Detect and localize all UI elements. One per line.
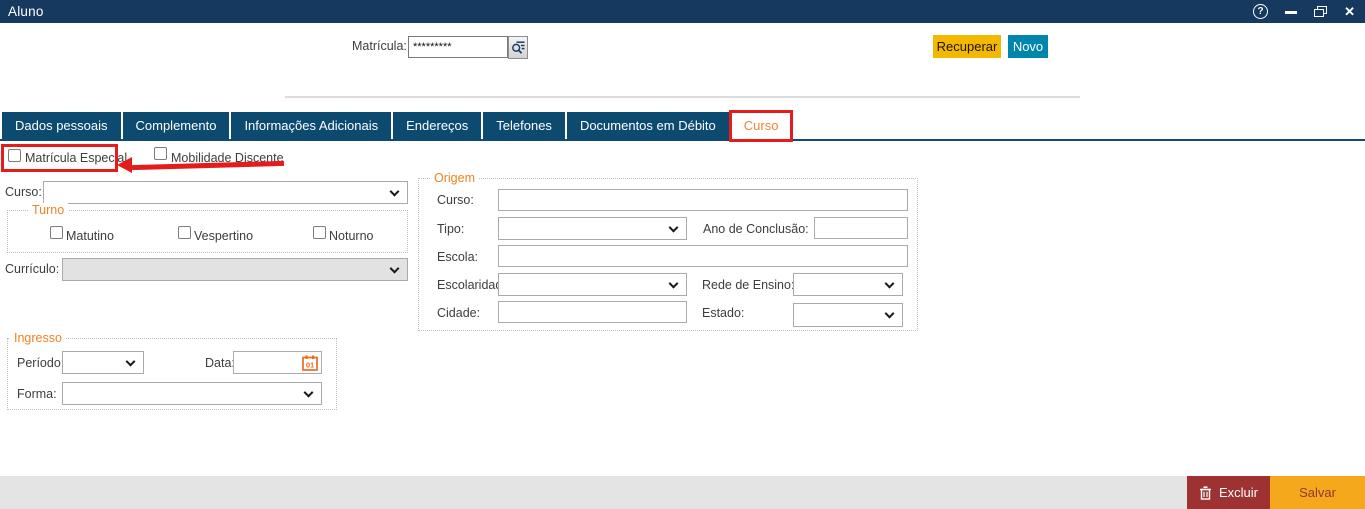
chevron-down-icon xyxy=(885,309,895,319)
origem-tipo-label: Tipo: xyxy=(437,222,464,236)
escolaridade-select[interactable] xyxy=(498,273,687,296)
turno-legend: Turno xyxy=(28,203,68,217)
forma-select[interactable] xyxy=(62,382,322,405)
noturno-checkbox[interactable] xyxy=(313,226,326,239)
vespertino-label: Vespertino xyxy=(194,229,253,243)
data-label: Data: xyxy=(205,356,235,370)
recuperar-button[interactable]: Recuperar xyxy=(933,35,1001,58)
origem-curso-input[interactable] xyxy=(498,189,908,211)
footer-bar xyxy=(0,476,1365,509)
tab-informacoes-adicionais[interactable]: Informações Adicionais xyxy=(231,112,391,140)
curso-label: Curso: xyxy=(5,185,42,199)
vespertino-checkbox[interactable] xyxy=(178,226,191,239)
curriculo-label: Currículo: xyxy=(5,262,59,276)
tab-documentos-em-debito[interactable]: Documentos em Débito xyxy=(567,112,729,140)
excluir-label: Excluir xyxy=(1219,485,1258,500)
matricula-especial-checkbox[interactable] xyxy=(8,149,21,162)
matricula-input[interactable] xyxy=(408,36,508,58)
origem-curso-label: Curso: xyxy=(437,193,474,207)
matricula-especial-label: Matrícula Especial xyxy=(25,151,127,165)
cidade-label: Cidade: xyxy=(437,306,480,320)
excluir-button[interactable]: Excluir xyxy=(1187,476,1270,509)
escola-input[interactable] xyxy=(498,245,908,267)
mobilidade-discente-label: Mobilidade Discente xyxy=(171,151,284,165)
origem-tipo-select[interactable] xyxy=(498,217,687,240)
maximize-icon[interactable] xyxy=(1314,6,1327,17)
curriculo-select[interactable] xyxy=(62,258,408,281)
search-icon xyxy=(511,40,526,55)
help-icon[interactable]: ? xyxy=(1253,4,1268,19)
matutino-checkbox[interactable] xyxy=(50,226,63,239)
tab-curso[interactable]: Curso xyxy=(731,112,792,140)
toolbar-divider xyxy=(285,96,1080,98)
chevron-down-icon xyxy=(126,356,136,366)
estado-select[interactable] xyxy=(793,303,903,327)
trash-icon xyxy=(1199,486,1212,500)
chevron-down-icon xyxy=(885,278,895,288)
escola-label: Escola: xyxy=(437,250,478,264)
chevron-down-icon xyxy=(390,263,400,273)
ingresso-legend: Ingresso xyxy=(10,331,66,345)
chevron-down-icon xyxy=(390,186,400,196)
curso-select[interactable] xyxy=(43,181,408,204)
matutino-label: Matutino xyxy=(66,229,114,243)
cidade-input[interactable] xyxy=(498,301,687,323)
title-bar: Aluno ? ✕ xyxy=(0,0,1365,23)
estado-label: Estado: xyxy=(702,306,744,320)
mobilidade-discente-checkbox[interactable] xyxy=(154,147,167,160)
rede-ensino-select[interactable] xyxy=(793,273,903,296)
tab-bar: Dados pessoais Complemento Informações A… xyxy=(2,112,791,140)
origem-legend: Origem xyxy=(430,171,479,185)
aluno-window: Aluno ? ✕ Matrícula: Recuperar Novo Dado… xyxy=(0,0,1365,509)
tab-dados-pessoais[interactable]: Dados pessoais xyxy=(2,112,121,140)
chevron-down-icon xyxy=(304,387,314,397)
salvar-button[interactable]: Salvar xyxy=(1270,476,1365,509)
window-controls: ? ✕ xyxy=(1253,0,1355,23)
tab-enderecos[interactable]: Endereços xyxy=(393,112,481,140)
periodo-label: Período: xyxy=(17,356,64,370)
tab-telefones[interactable]: Telefones xyxy=(483,112,565,140)
minimize-icon[interactable] xyxy=(1285,11,1297,14)
rede-ensino-label: Rede de Ensino: xyxy=(702,278,794,292)
lookup-button[interactable] xyxy=(508,36,528,59)
noturno-label: Noturno xyxy=(329,229,373,243)
chevron-down-icon xyxy=(669,278,679,288)
periodo-select[interactable] xyxy=(62,351,144,374)
calendar-icon[interactable]: 01 xyxy=(302,355,318,371)
tab-complemento[interactable]: Complemento xyxy=(123,112,230,140)
novo-button[interactable]: Novo xyxy=(1008,35,1048,58)
ano-conclusao-input[interactable] xyxy=(814,217,908,239)
window-title: Aluno xyxy=(8,4,44,19)
chevron-down-icon xyxy=(669,222,679,232)
matricula-label: Matrícula: xyxy=(352,39,407,53)
svg-text:01: 01 xyxy=(306,361,314,370)
ano-conclusao-label: Ano de Conclusão: xyxy=(703,222,809,236)
forma-label: Forma: xyxy=(17,387,57,401)
close-icon[interactable]: ✕ xyxy=(1344,0,1355,23)
